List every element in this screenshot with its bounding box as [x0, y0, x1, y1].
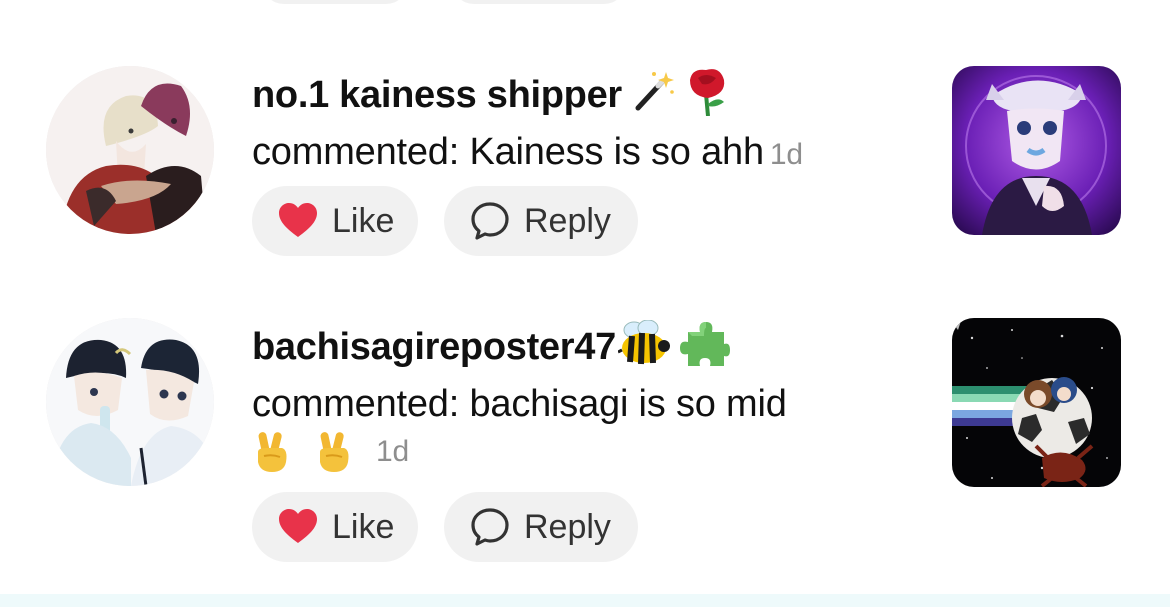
comment-text-line: commented: bachisagi is so mid — [252, 380, 902, 428]
avatar[interactable] — [46, 66, 214, 234]
bee-icon — [617, 319, 672, 378]
like-label: Like — [332, 507, 395, 546]
comment-text: commented: Kainess is so ahh — [252, 131, 764, 173]
magic-wand-icon — [630, 68, 676, 126]
victory-hand-icon — [252, 430, 292, 474]
like-button[interactable]: Like — [252, 492, 418, 562]
avatar[interactable] — [46, 318, 214, 486]
reply-label: Reply — [524, 201, 611, 240]
notification-text: bachisagireposter47 commented: bachisagi… — [252, 318, 902, 476]
previous-reply-button[interactable] — [452, 0, 626, 4]
victory-hand-icon — [314, 430, 354, 474]
activity-feed: no.1 kainess shipper commented: Kainess … — [0, 0, 1170, 607]
timestamp: 1d — [376, 435, 409, 468]
post-thumbnail-image — [952, 318, 1121, 487]
post-thumbnail[interactable] — [952, 66, 1121, 235]
rose-icon — [684, 66, 730, 128]
speech-bubble-icon — [470, 507, 510, 547]
comment-text-line: commented: Kainess is so ahh 1d — [252, 128, 902, 179]
reply-button[interactable]: Reply — [444, 492, 638, 562]
heart-icon — [278, 203, 318, 239]
puzzle-piece-icon — [679, 318, 730, 380]
username-line[interactable]: bachisagireposter47 — [252, 318, 902, 380]
post-thumbnail-image — [952, 66, 1121, 235]
avatar-illustration — [46, 318, 214, 486]
reply-label: Reply — [524, 507, 611, 546]
like-label: Like — [332, 201, 395, 240]
notification-text: no.1 kainess shipper commented: Kainess … — [252, 66, 902, 179]
reply-button[interactable]: Reply — [444, 186, 638, 256]
heart-icon — [278, 509, 318, 545]
previous-like-button[interactable] — [262, 0, 408, 4]
avatar-illustration — [46, 66, 214, 234]
username[interactable]: no.1 kainess shipper — [252, 74, 622, 116]
comment-text: commented: bachisagi is so mid — [252, 383, 787, 425]
timestamp: 1d — [769, 138, 803, 171]
post-thumbnail[interactable] — [952, 318, 1121, 487]
speech-bubble-icon — [470, 201, 510, 241]
username[interactable]: bachisagireposter47 — [252, 326, 616, 368]
like-button[interactable]: Like — [252, 186, 418, 256]
username-line[interactable]: no.1 kainess shipper — [252, 66, 902, 128]
comment-emoji-line: 1d — [252, 428, 902, 476]
bottom-bar-edge — [0, 594, 1170, 607]
